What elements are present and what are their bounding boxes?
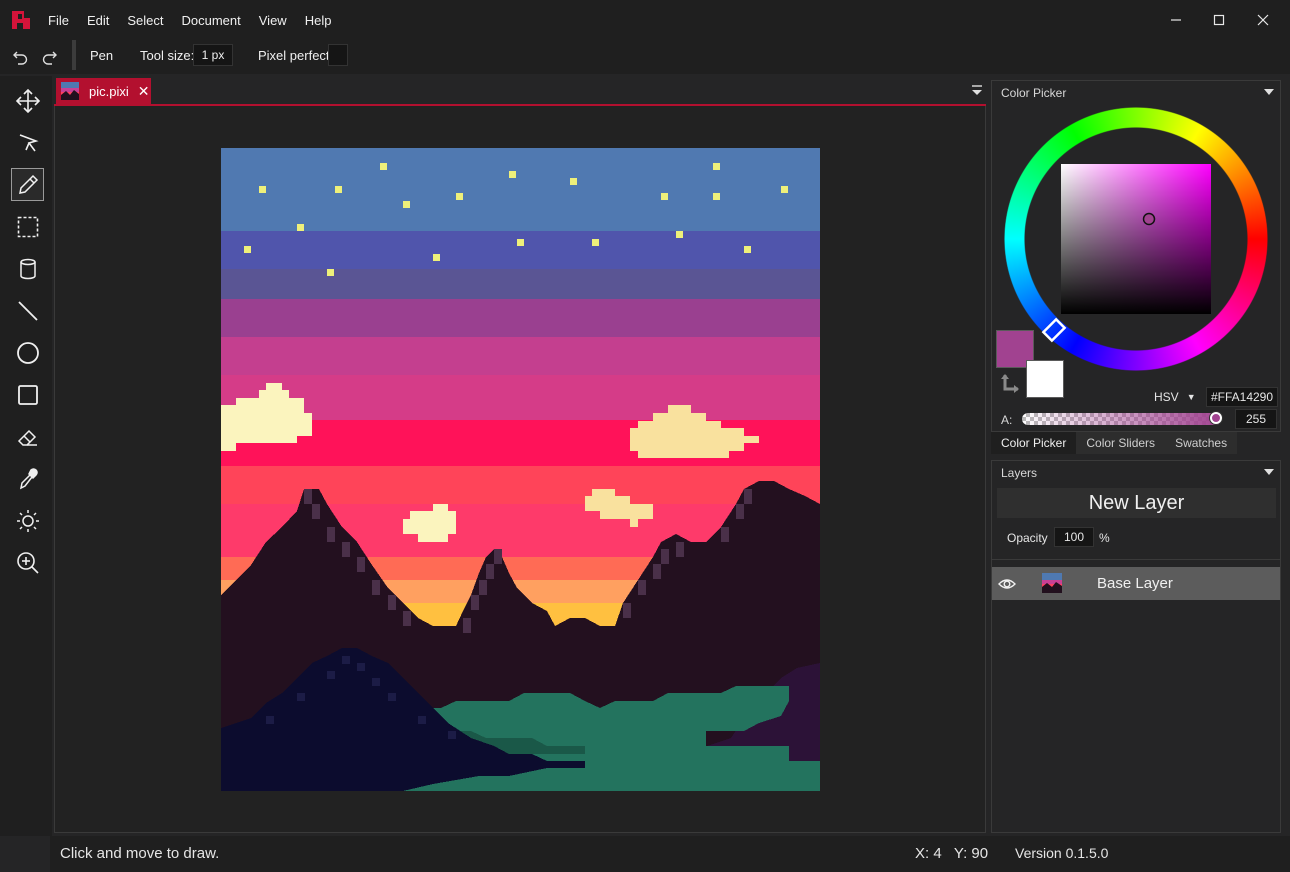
visibility-eye-icon[interactable] <box>998 575 1016 593</box>
tool-eyedropper[interactable] <box>11 462 44 495</box>
tool-panel <box>0 76 52 836</box>
minimize-icon <box>1171 19 1181 21</box>
layer-item[interactable]: Base Layer <box>992 567 1280 600</box>
opacity-input[interactable]: 100 <box>1054 527 1094 547</box>
tool-rectangle[interactable] <box>11 378 44 411</box>
pen-icon <box>18 174 38 194</box>
zoom-icon <box>16 551 39 574</box>
new-layer-button[interactable]: New Layer <box>997 488 1276 518</box>
color-panel-tabs: Color Picker Color Sliders Swatches <box>991 432 1281 454</box>
tab-swatches[interactable]: Swatches <box>1165 432 1238 454</box>
layers-panel: Layers New Layer Opacity 100 % Base Laye… <box>991 460 1281 833</box>
color-wheel[interactable] <box>1004 107 1268 371</box>
tab-overflow-icon[interactable] <box>970 83 984 97</box>
version-label: Version 0.1.5.0 <box>1015 845 1109 861</box>
tool-line[interactable] <box>11 294 44 327</box>
tool-eraser[interactable] <box>11 420 44 453</box>
tool-move[interactable] <box>11 84 44 117</box>
close-window-button[interactable] <box>1251 8 1275 32</box>
move-icon <box>15 88 40 113</box>
tool-brightness[interactable] <box>11 504 44 537</box>
selection-icon <box>17 216 38 237</box>
alpha-slider[interactable] <box>1022 412 1222 425</box>
color-mode-value: HSV <box>1154 390 1179 404</box>
layer-name: Base Layer <box>1097 575 1173 592</box>
cursor-position: X: 4 Y: 90 <box>915 845 989 862</box>
tab-color-picker[interactable]: Color Picker <box>991 432 1077 454</box>
menu-view[interactable]: View <box>259 13 287 28</box>
menu-edit[interactable]: Edit <box>87 13 109 28</box>
pixel-art-canvas[interactable] <box>221 148 820 791</box>
secondary-color-swatch[interactable] <box>1026 360 1064 398</box>
layer-thumbnail <box>1042 573 1062 593</box>
status-message: Click and move to draw. <box>60 845 220 862</box>
document-tab-title: pic.pixi <box>89 83 129 99</box>
tab-close-icon[interactable]: ✕ <box>138 83 150 100</box>
document-tab[interactable]: pic.pixi ✕ <box>56 78 151 104</box>
active-tool-name: Pen <box>90 48 114 63</box>
pixel-perfect-checkbox[interactable] <box>328 44 348 66</box>
tool-ellipse[interactable] <box>11 336 44 369</box>
opacity-label: Opacity <box>1007 531 1048 545</box>
ellipse-icon <box>16 341 39 364</box>
pixel-perfect-label: Pixel perfect <box>258 48 330 63</box>
minimize-button[interactable] <box>1164 8 1188 32</box>
dropdown-arrow-icon: ▼ <box>1186 392 1196 402</box>
swap-colors-icon[interactable] <box>1000 371 1022 393</box>
rectangle-icon <box>17 384 38 405</box>
menu-file[interactable]: File <box>48 13 69 28</box>
chevron-down-icon[interactable] <box>1264 468 1274 476</box>
toolbar-divider <box>72 40 76 70</box>
document-thumbnail <box>61 82 79 100</box>
eyedropper-icon <box>19 467 38 489</box>
redo-button[interactable] <box>38 45 62 69</box>
layers-title: Layers <box>1001 466 1038 480</box>
tool-size-input[interactable]: 1 px <box>193 44 233 66</box>
maximize-button[interactable] <box>1207 8 1231 32</box>
tool-pen[interactable] <box>11 168 44 201</box>
line-icon <box>17 300 38 321</box>
maximize-icon <box>1213 14 1225 26</box>
tab-color-sliders[interactable]: Color Sliders <box>1076 432 1166 454</box>
undo-icon <box>13 51 28 65</box>
tool-selection[interactable] <box>11 210 44 243</box>
close-icon <box>1257 14 1269 26</box>
layers-divider <box>992 559 1280 560</box>
menu-select[interactable]: Select <box>127 13 163 28</box>
menu-help[interactable]: Help <box>305 13 332 28</box>
document-area: pic.pixi ✕ <box>54 78 986 833</box>
color-mode-dropdown[interactable]: HSV ▼ <box>1150 387 1200 407</box>
alpha-slider-thumb[interactable] <box>1210 412 1222 424</box>
tool-options-bar: Pen Tool size: 1 px Pixel perfect <box>0 40 1290 74</box>
menu-bar: File Edit Select Document View Help <box>48 0 349 40</box>
app-logo-icon <box>12 11 30 29</box>
alpha-label: A: <box>1001 413 1013 427</box>
tool-pointer[interactable] <box>11 126 44 159</box>
color-picker-title: Color Picker <box>1001 86 1067 100</box>
chevron-down-icon[interactable] <box>1264 88 1274 96</box>
bucket-icon <box>19 258 36 279</box>
tool-size-label: Tool size: <box>140 48 195 63</box>
status-bar: Click and move to draw. X: 4 Y: 90 Versi… <box>50 836 1290 872</box>
redo-icon <box>42 51 57 65</box>
undo-button[interactable] <box>8 45 32 69</box>
title-bar: File Edit Select Document View Help <box>0 0 1290 40</box>
eraser-icon <box>17 429 37 446</box>
hex-color-input[interactable]: #FFA14290 <box>1206 387 1278 407</box>
alpha-input[interactable]: 255 <box>1235 409 1277 429</box>
document-tab-strip: pic.pixi ✕ <box>54 78 986 106</box>
brightness-icon <box>16 509 39 532</box>
opacity-unit: % <box>1099 531 1110 545</box>
canvas-viewport[interactable] <box>54 106 986 833</box>
tool-zoom[interactable] <box>11 546 44 579</box>
tool-fill-bucket[interactable] <box>11 252 44 285</box>
pointer-icon <box>19 133 39 151</box>
menu-document[interactable]: Document <box>182 13 241 28</box>
color-picker-panel: Color Picker HSV ▼ #FFA14290 A: 255 <box>991 80 1281 432</box>
